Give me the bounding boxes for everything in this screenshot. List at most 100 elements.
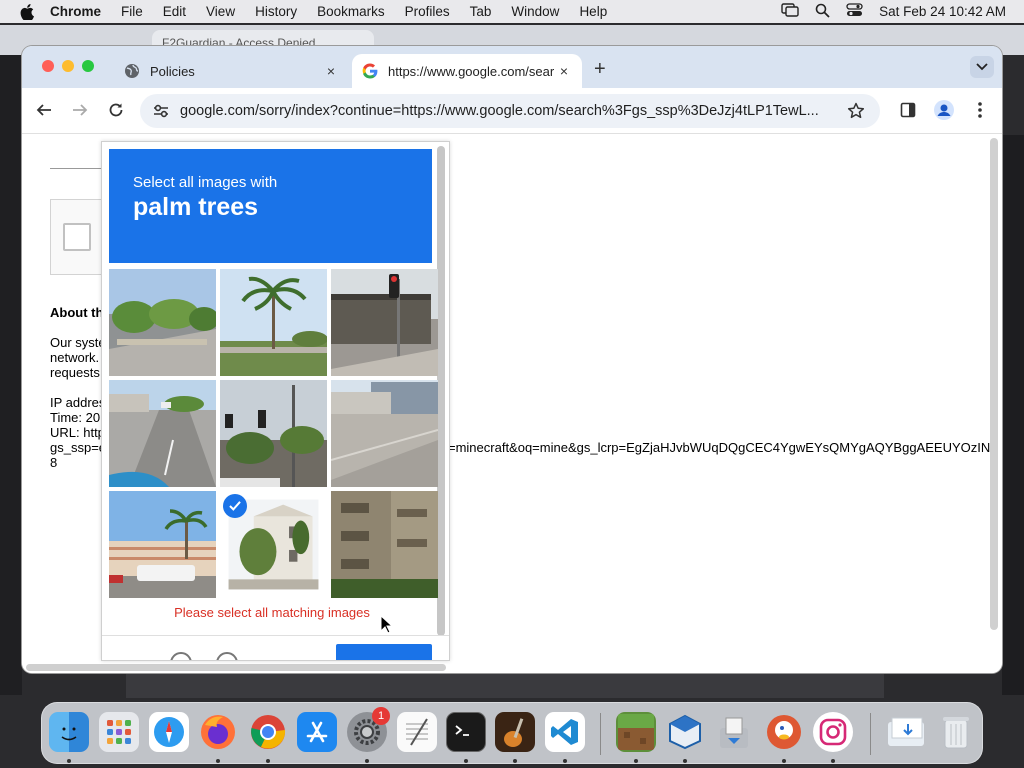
ip-address-line: IP addres [50,395,106,410]
audio-challenge-icon[interactable] [216,652,238,660]
back-arrow-icon[interactable] [34,100,54,120]
minecraft-icon[interactable] [616,712,656,752]
captcha-tile-street-with-trees[interactable] [109,269,216,376]
url-end-line: 8 [50,455,58,470]
reload-icon[interactable] [106,100,126,120]
captcha-target: palm trees [133,193,259,221]
close-tab-icon[interactable]: × [556,63,572,79]
running-indicator [464,759,468,763]
running-indicator [513,759,517,763]
paragraph-line: network. [50,350,100,365]
app-store-icon[interactable] [297,712,337,752]
window-controls [42,60,94,72]
menu-window[interactable]: Window [511,4,559,19]
running-indicator [634,759,638,763]
minimize-window-button[interactable] [62,60,74,72]
site-info-icon[interactable] [152,102,170,120]
captcha-tile-hotel-with-palms[interactable] [109,491,216,598]
bookmark-star-icon[interactable] [846,102,866,120]
tab-title: https://www.google.com/sear [388,63,555,79]
address-bar[interactable]: google.com/sorry/index?continue=https://… [140,94,880,128]
menu-view[interactable]: View [206,4,235,19]
running-indicator [831,759,835,763]
menu-tab[interactable]: Tab [470,4,492,19]
zoom-window-button[interactable] [82,60,94,72]
downloads-folder-icon[interactable] [886,712,926,752]
mouse-cursor-icon [380,614,394,640]
tab-title: Policies [150,63,195,79]
captcha-tile-apartment-building[interactable] [331,491,438,598]
spotlight-search-icon[interactable] [815,3,830,21]
page-content: About th Our syste network. requests IP … [22,134,1002,673]
captcha-tile-traffic-light-palms[interactable] [220,380,327,487]
new-tab-button[interactable]: + [594,58,606,81]
background-window-edge [0,55,22,695]
paragraph-line: requests [50,365,100,380]
close-tab-icon[interactable]: × [323,63,339,79]
captcha-challenge: Select all images with palm trees Please… [101,141,450,661]
recaptcha-checkbox[interactable] [63,223,91,251]
finder-icon[interactable] [49,712,89,752]
long-url-text: =minecraft&oq=mine&gs_lcrp=EgZjaHJvbWUqD… [448,440,995,455]
running-indicator [782,759,786,763]
running-indicator [365,759,369,763]
safari-icon[interactable] [149,712,189,752]
menubar-clock[interactable]: Sat Feb 24 10:42 AM [879,4,1006,19]
captcha-header: Select all images with palm trees [109,149,432,263]
instruments-icon[interactable] [495,712,535,752]
menu-edit[interactable]: Edit [163,4,186,19]
trash-icon[interactable] [936,712,976,752]
virtualbox-icon[interactable] [665,712,705,752]
url-line: URL: http [50,425,105,440]
preview-icon[interactable] [714,712,754,752]
captcha-tile-road-with-cars[interactable] [109,380,216,487]
url-continuation-line: gs_ssp=e [50,440,107,455]
menu-bookmarks[interactable]: Bookmarks [317,4,385,19]
close-window-button[interactable] [42,60,54,72]
verify-button[interactable] [336,644,432,660]
duckduckgo-icon[interactable] [764,712,804,752]
menu-bar: Chrome File Edit View History Bookmarks … [0,0,1024,23]
captcha-tile-palm-tree-overpass[interactable] [220,269,327,376]
tab-strip: Policies × https://www.google.com/sear ×… [22,46,1002,88]
captcha-tile-traffic-light-building[interactable] [331,269,438,376]
captcha-tile-parking-lot-buildings[interactable] [331,380,438,487]
captcha-instruction: Select all images with [133,174,278,191]
running-indicator [563,759,567,763]
profile-avatar-icon[interactable] [934,100,954,120]
more-options-icon[interactable] [970,100,990,120]
terminal-icon[interactable] [446,712,486,752]
side-panel-icon[interactable] [898,100,918,120]
menu-app-name[interactable]: Chrome [50,4,101,19]
firefox-icon[interactable] [198,712,238,752]
captcha-scrollbar[interactable] [437,146,445,636]
tab-google-search[interactable]: https://www.google.com/sear × [352,54,582,88]
reload-challenge-icon[interactable] [170,652,192,660]
control-center-icon[interactable] [846,3,863,20]
menu-profiles[interactable]: Profiles [405,4,450,19]
forward-arrow-icon[interactable] [70,100,90,120]
time-line: Time: 20 [50,410,101,425]
dock-separator [600,713,601,755]
instagram-icon[interactable] [813,712,853,752]
menu-history[interactable]: History [255,4,297,19]
paragraph-line: Our syste [50,335,106,350]
apple-icon[interactable] [18,3,36,21]
browser-toolbar: google.com/sorry/index?continue=https://… [22,88,1002,134]
dock [41,702,983,764]
horizontal-scrollbar[interactable] [26,664,446,671]
menu-file[interactable]: File [121,4,143,19]
background-window-bottom [126,672,884,698]
textedit-icon[interactable] [397,712,437,752]
vertical-scrollbar[interactable] [990,138,998,630]
launchpad-icon[interactable] [99,712,139,752]
chrome-icon[interactable] [248,712,288,752]
running-indicator [266,759,270,763]
vscode-icon[interactable] [545,712,585,752]
menu-help[interactable]: Help [579,4,607,19]
tab-search-chevron-icon[interactable] [970,56,994,78]
screen-mirror-icon[interactable] [781,3,799,20]
url-text[interactable]: google.com/sorry/index?continue=https://… [180,103,838,119]
captcha-tile-white-house-palm[interactable] [220,491,327,598]
tab-policies[interactable]: Policies × [114,54,349,88]
